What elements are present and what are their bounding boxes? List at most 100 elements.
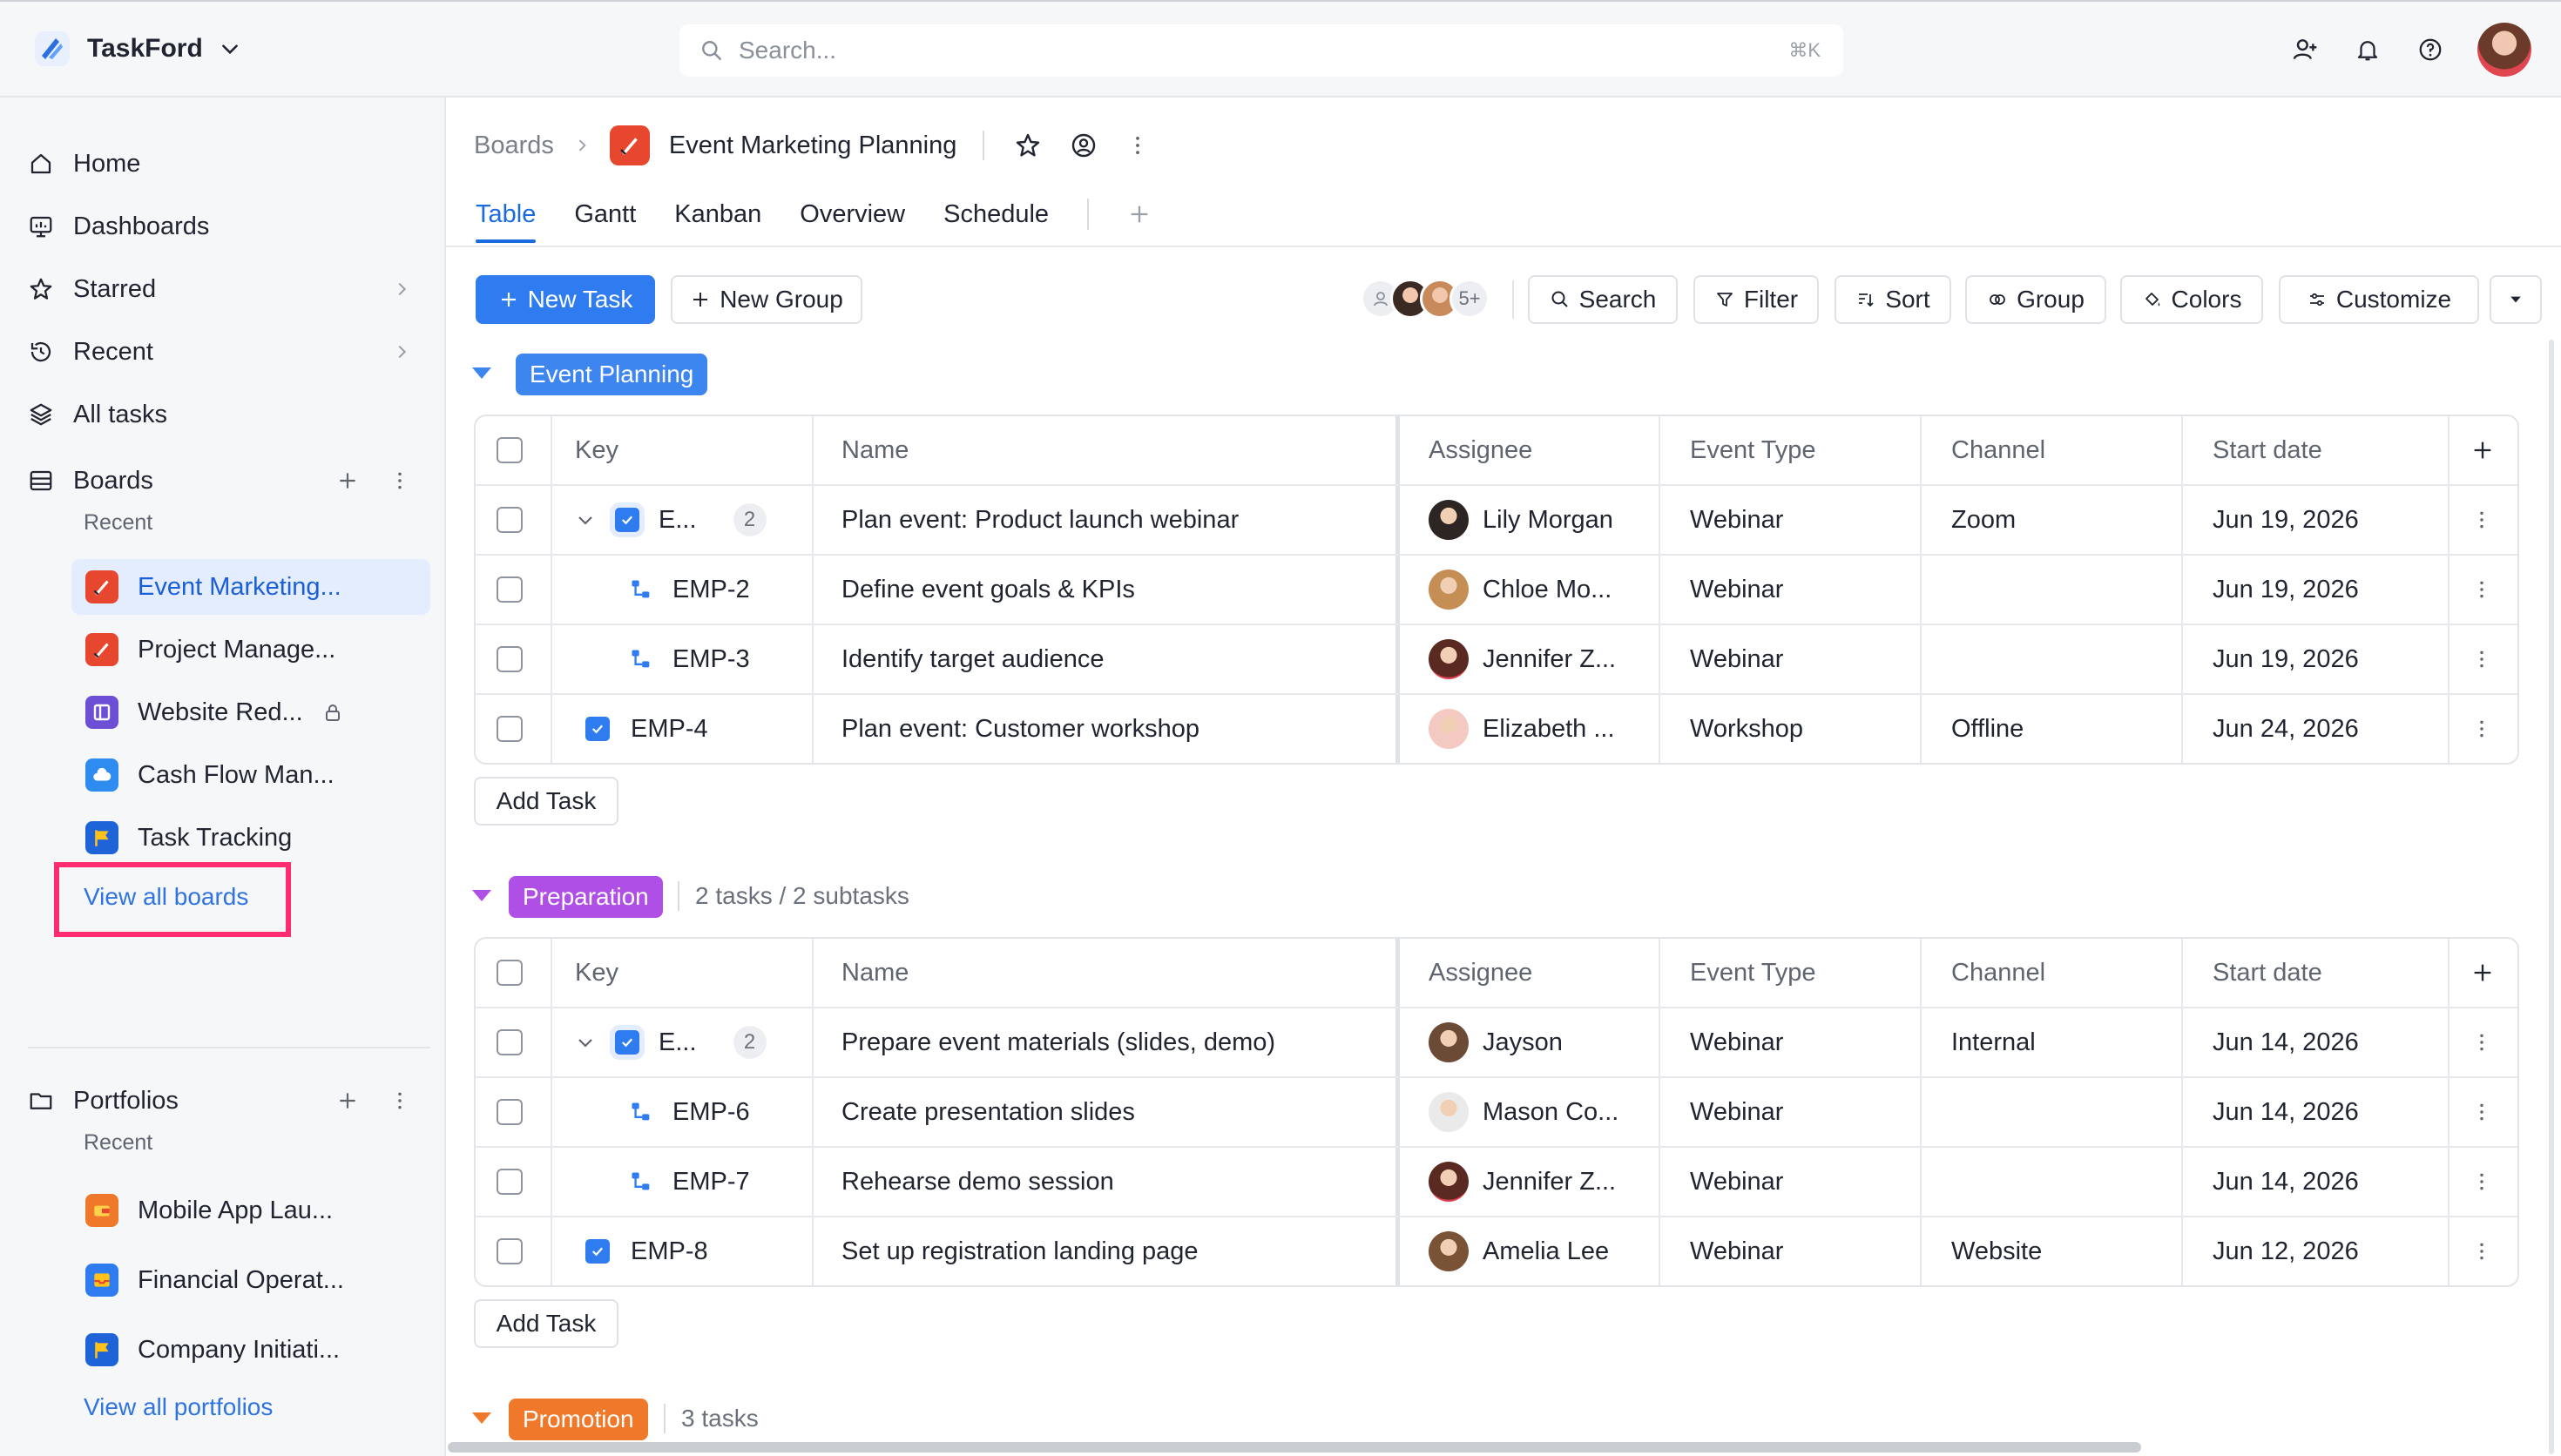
portfolio-item-financial-operations[interactable]: Financial Operat...: [71, 1252, 430, 1308]
chevron-down-icon[interactable]: [575, 1032, 596, 1053]
task-key[interactable]: EMP-3: [672, 645, 750, 674]
assignee-name[interactable]: Jennifer Z...: [1483, 645, 1616, 674]
group-collapse-caret[interactable]: [472, 367, 491, 379]
add-task-button[interactable]: Add Task: [474, 777, 618, 826]
row-more-icon[interactable]: [2470, 718, 2493, 740]
start-date-value[interactable]: Jun 24, 2026: [2213, 695, 2359, 763]
new-task-button[interactable]: New Task: [476, 275, 655, 324]
board-item-event-marketing[interactable]: Event Marketing...: [71, 559, 430, 615]
board-members[interactable]: 5+: [1361, 279, 1490, 319]
event-type-value[interactable]: Workshop: [1690, 695, 1803, 763]
nav-home[interactable]: Home: [28, 139, 411, 188]
vertical-scrollbar[interactable]: [2549, 340, 2554, 1454]
start-date-value[interactable]: Jun 12, 2026: [2213, 1217, 2359, 1285]
task-name[interactable]: Identify target audience: [841, 625, 1104, 693]
task-key[interactable]: EMP-6: [672, 1098, 750, 1127]
event-type-value[interactable]: Webinar: [1690, 625, 1783, 693]
row-more-icon[interactable]: [2470, 648, 2493, 671]
invite-user-icon[interactable]: [2289, 34, 2321, 65]
table-row[interactable]: EMP-7 Rehearse demo session Jennifer Z..…: [476, 1146, 2517, 1216]
help-icon[interactable]: [2415, 34, 2446, 65]
column-header-key[interactable]: Key: [575, 939, 618, 1007]
add-column-icon[interactable]: [2470, 939, 2495, 1007]
chevron-down-icon[interactable]: [575, 509, 596, 530]
assignee-name[interactable]: Lily Morgan: [1483, 506, 1613, 535]
channel-value[interactable]: Zoom: [1951, 486, 2016, 554]
start-date-value[interactable]: Jun 14, 2026: [2213, 1148, 2359, 1216]
task-name[interactable]: Prepare event materials (slides, demo): [841, 1008, 1275, 1076]
portfolio-item-mobile-app[interactable]: Mobile App Lau...: [71, 1183, 430, 1238]
channel-value[interactable]: Offline: [1951, 695, 2024, 763]
tab-overview[interactable]: Overview: [800, 200, 905, 229]
task-name[interactable]: Set up registration landing page: [841, 1217, 1199, 1285]
column-header-name[interactable]: Name: [841, 939, 909, 1007]
board-item-project-management[interactable]: Project Manage...: [71, 622, 430, 677]
assignee-name[interactable]: Jayson: [1483, 1028, 1563, 1057]
row-more-icon[interactable]: [2470, 578, 2493, 601]
sort-button[interactable]: Sort: [1835, 275, 1951, 324]
column-header-event-type[interactable]: Event Type: [1690, 939, 1816, 1007]
portfolios-section-header[interactable]: Portfolios: [28, 1076, 411, 1125]
user-avatar[interactable]: [2477, 23, 2531, 77]
column-header-start-date[interactable]: Start date: [2213, 416, 2322, 484]
board-item-website-redesign[interactable]: Website Red...: [71, 684, 430, 740]
event-type-value[interactable]: Webinar: [1690, 1008, 1783, 1076]
customize-button[interactable]: Customize: [2279, 275, 2479, 324]
breadcrumb-boards-link[interactable]: Boards: [474, 131, 554, 160]
start-date-value[interactable]: Jun 14, 2026: [2213, 1078, 2359, 1146]
channel-value[interactable]: Website: [1951, 1217, 2042, 1285]
column-header-name[interactable]: Name: [841, 416, 909, 484]
assignee-name[interactable]: Elizabeth ...: [1483, 715, 1615, 744]
workspace-switcher[interactable]: TaskFord: [33, 30, 241, 68]
task-key[interactable]: EMP-8: [631, 1237, 708, 1266]
portfolio-item-company-initiatives[interactable]: Company Initiati...: [71, 1322, 430, 1378]
add-view-icon[interactable]: [1127, 202, 1152, 226]
channel-value[interactable]: Internal: [1951, 1008, 2036, 1076]
more-vertical-icon[interactable]: [389, 469, 411, 492]
group-tag-promotion[interactable]: Promotion: [509, 1399, 648, 1440]
bell-icon[interactable]: [2352, 34, 2383, 65]
group-tag-preparation[interactable]: Preparation: [509, 876, 663, 918]
event-type-value[interactable]: Webinar: [1690, 1148, 1783, 1216]
task-name[interactable]: Rehearse demo session: [841, 1148, 1114, 1216]
group-button[interactable]: Group: [1965, 275, 2106, 324]
board-item-cash-flow[interactable]: Cash Flow Man...: [71, 747, 430, 803]
more-vertical-icon[interactable]: [389, 1089, 411, 1112]
row-more-icon[interactable]: [2470, 1240, 2493, 1263]
column-header-assignee[interactable]: Assignee: [1429, 939, 1532, 1007]
row-checkbox[interactable]: [497, 716, 523, 742]
row-more-icon[interactable]: [2470, 1101, 2493, 1123]
row-checkbox[interactable]: [497, 1169, 523, 1195]
filter-button[interactable]: Filter: [1693, 275, 1819, 324]
column-header-channel[interactable]: Channel: [1951, 416, 2045, 484]
tab-kanban[interactable]: Kanban: [674, 200, 761, 229]
table-row[interactable]: E... 2 Plan event: Product launch webina…: [476, 484, 2517, 554]
task-key[interactable]: E...: [659, 506, 697, 535]
add-task-button[interactable]: Add Task: [474, 1299, 618, 1348]
row-more-icon[interactable]: [2470, 1170, 2493, 1193]
table-row[interactable]: EMP-6 Create presentation slides Mason C…: [476, 1076, 2517, 1146]
table-row[interactable]: EMP-8 Set up registration landing page A…: [476, 1216, 2517, 1285]
task-key[interactable]: EMP-2: [672, 576, 750, 604]
task-key[interactable]: EMP-7: [672, 1168, 750, 1196]
row-checkbox[interactable]: [497, 1029, 523, 1055]
more-options-dropdown[interactable]: [2490, 275, 2542, 324]
assignee-name[interactable]: Jennifer Z...: [1483, 1168, 1616, 1196]
event-type-value[interactable]: Webinar: [1690, 556, 1783, 624]
colors-button[interactable]: Colors: [2120, 275, 2263, 324]
row-more-icon[interactable]: [2470, 1031, 2493, 1054]
table-row[interactable]: EMP-4 Plan event: Customer workshop Eliz…: [476, 693, 2517, 763]
global-search-input[interactable]: Search... ⌘K: [679, 24, 1843, 77]
task-name[interactable]: Define event goals & KPIs: [841, 556, 1135, 624]
start-date-value[interactable]: Jun 19, 2026: [2213, 486, 2359, 554]
assignee-name[interactable]: Chloe Mo...: [1483, 576, 1612, 604]
column-header-assignee[interactable]: Assignee: [1429, 416, 1532, 484]
group-tag-event-planning[interactable]: Event Planning: [516, 354, 708, 395]
row-checkbox[interactable]: [497, 576, 523, 603]
add-portfolio-icon[interactable]: [336, 1089, 359, 1112]
event-type-value[interactable]: Webinar: [1690, 486, 1783, 554]
add-board-icon[interactable]: [336, 469, 359, 492]
table-row[interactable]: E... 2 Prepare event materials (slides, …: [476, 1007, 2517, 1076]
column-header-start-date[interactable]: Start date: [2213, 939, 2322, 1007]
add-column-icon[interactable]: [2470, 416, 2495, 484]
